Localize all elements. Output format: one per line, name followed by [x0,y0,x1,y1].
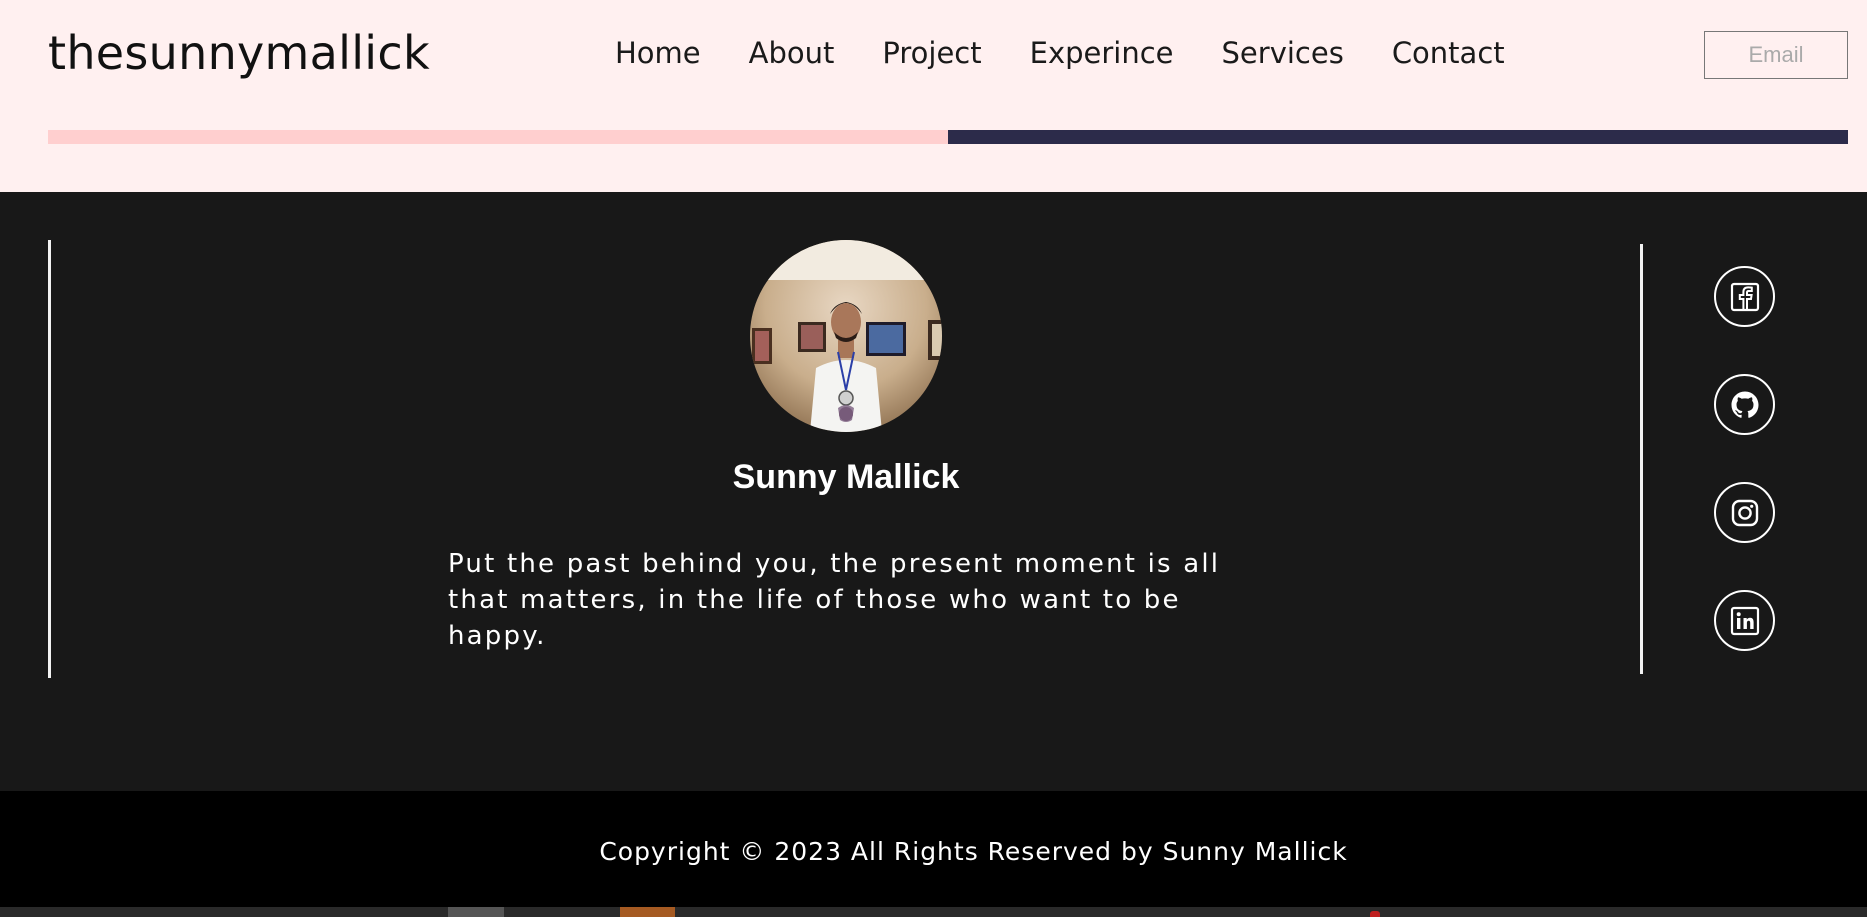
nav-project[interactable]: Project [882,36,981,70]
avatar [750,240,942,432]
strip-segment [1370,911,1380,917]
linkedin-link[interactable] [1714,590,1775,651]
left-divider-line [48,240,51,678]
profile-quote: Put the past behind you, the present mom… [448,549,1221,651]
scroll-progress-fill [48,130,948,144]
scroll-progress-bar [48,130,1848,144]
strip-segment [620,907,675,917]
instagram-icon [1731,499,1758,526]
nav-contact[interactable]: Contact [1392,36,1505,70]
nav-home[interactable]: Home [615,36,701,70]
site-footer: Copyright © 2023 All Rights Reserved by … [0,791,1867,907]
linkedin-icon [1730,606,1759,635]
right-divider-line [1640,244,1643,674]
github-icon [1731,391,1758,418]
facebook-link[interactable] [1714,266,1775,327]
main-nav: Home About Project Experince Services Co… [615,36,1505,70]
profile-name: Sunny Mallick [732,458,960,496]
bottom-strip [0,907,1867,917]
copyright-text: Copyright © 2023 All Rights Reserved by … [599,837,1348,866]
facebook-icon [1730,282,1759,311]
github-link[interactable] [1714,374,1775,435]
strip-segment [448,907,504,917]
email-input[interactable] [1704,31,1848,79]
hero-section: Sunny Mallick Put the past behind you, t… [0,192,1867,791]
nav-experience[interactable]: Experince [1030,36,1174,70]
nav-about[interactable]: About [749,36,835,70]
profile-photo [750,240,942,432]
site-header: thesunnymallick Home About Project Exper… [0,0,1867,192]
nav-services[interactable]: Services [1222,36,1344,70]
instagram-link[interactable] [1714,482,1775,543]
site-logo[interactable]: thesunnymallick [48,26,430,80]
